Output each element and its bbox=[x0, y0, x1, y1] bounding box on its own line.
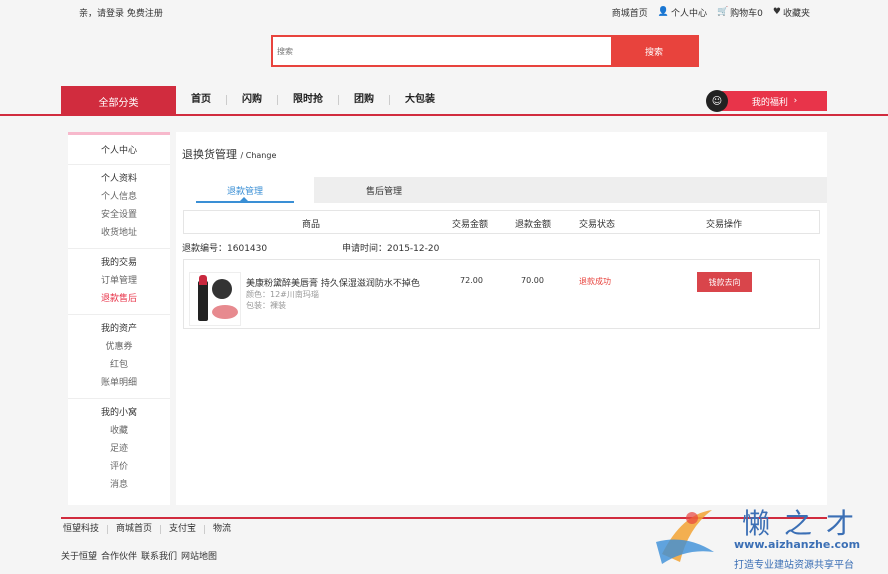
sidebar-item-orders[interactable]: 订单管理 bbox=[68, 272, 170, 290]
sidebar-group-assets: 我的资产 优惠券 红包 账单明细 bbox=[68, 315, 170, 399]
sidebar: 个人中心 个人资料 个人信息 安全设置 收货地址 我的交易 订单管理 退款售后 … bbox=[68, 132, 170, 505]
sidebar-item-collection[interactable]: 收藏 bbox=[68, 422, 170, 440]
money-whereabouts-button[interactable]: 钱款去向 bbox=[697, 272, 752, 292]
watermark-logo-icon bbox=[656, 510, 714, 564]
watermark-url: www.aizhanzhe.com bbox=[734, 538, 861, 551]
avatar: ☺ bbox=[706, 90, 728, 112]
welfare-button[interactable]: ☺ 我的福利 › bbox=[706, 90, 827, 112]
tab-bar: 退款管理 售后管理 bbox=[176, 177, 827, 203]
watermark-slogan: 打造专业建站资源共享平台 bbox=[734, 560, 854, 571]
footer-link-alipay[interactable]: 支付宝 bbox=[161, 524, 206, 534]
sidebar-item-address[interactable]: 收货地址 bbox=[68, 224, 170, 242]
product-logo bbox=[212, 279, 232, 299]
column-trade-amount: 交易金额 bbox=[452, 220, 489, 230]
sidebar-group-title: 我的资产 bbox=[100, 324, 137, 334]
search-bar: 搜索 bbox=[271, 35, 699, 67]
favorites-link[interactable]: ♥ 收藏夹 bbox=[772, 6, 810, 20]
footer-link-home[interactable]: 商城首页 bbox=[108, 524, 162, 534]
all-categories-button[interactable]: 全部分类 bbox=[61, 86, 176, 116]
personal-center-link[interactable]: 👤 个人中心 bbox=[657, 6, 707, 20]
page-title: 退换货管理 / Change bbox=[182, 148, 277, 161]
column-trade-status: 交易状态 bbox=[579, 220, 616, 230]
footer-link-partners[interactable]: 合作伙伴 bbox=[101, 549, 137, 562]
sidebar-item-reviews[interactable]: 评价 bbox=[68, 458, 170, 476]
welfare-label: 我的福利 › bbox=[722, 91, 827, 111]
sidebar-item-refund[interactable]: 退款售后 bbox=[68, 290, 170, 308]
trade-amount: 72.00 bbox=[460, 276, 483, 285]
column-trade-action: 交易操作 bbox=[706, 220, 743, 230]
apply-time: 申请时间：2015-12-20 bbox=[342, 244, 440, 254]
nav-item-group[interactable]: 团购 bbox=[339, 95, 390, 105]
cart-link[interactable]: 🛒 购物车0 bbox=[716, 6, 763, 20]
footer-link-contact[interactable]: 联系我们 bbox=[141, 549, 177, 562]
register-link[interactable]: 免费注册 bbox=[127, 9, 163, 19]
sidebar-header: 个人中心 bbox=[68, 135, 170, 165]
nav-item-bulk[interactable]: 大包装 bbox=[390, 95, 450, 105]
mall-home-link[interactable]: 商城首页 bbox=[612, 6, 648, 19]
top-bar: 亲，请登录 免费注册 商城首页 👤 个人中心 🛒 购物车0 ♥ 收藏夹 bbox=[0, 0, 888, 22]
footer-link-company[interactable]: 恒望科技 bbox=[61, 524, 109, 534]
footer-link-about[interactable]: 关于恒望 bbox=[61, 549, 97, 562]
main-nav: 全部分类 首页 闪购 限时抢 团购 大包装 ☺ 我的福利 › bbox=[0, 86, 888, 116]
sidebar-item-messages[interactable]: 消息 bbox=[68, 476, 170, 494]
sidebar-item-footprint[interactable]: 足迹 bbox=[68, 440, 170, 458]
sidebar-item-red-packets[interactable]: 红包 bbox=[68, 356, 170, 374]
nav-item-flash[interactable]: 闪购 bbox=[227, 95, 278, 105]
sidebar-item-coupons[interactable]: 优惠券 bbox=[68, 338, 170, 356]
sidebar-group-trade: 我的交易 订单管理 退款售后 bbox=[68, 249, 170, 315]
sidebar-item-security[interactable]: 安全设置 bbox=[68, 206, 170, 224]
search-button[interactable]: 搜索 bbox=[611, 37, 697, 65]
nav-item-home[interactable]: 首页 bbox=[176, 95, 227, 105]
table-row: 美康粉黛醉美唇膏 持久保湿滋润防水不掉色 颜色：12#川南玛瑙 包装：裸装 72… bbox=[183, 259, 820, 329]
column-product: 商品 bbox=[302, 220, 321, 230]
status-badge: 退款成功 bbox=[579, 277, 611, 286]
sidebar-item-bills[interactable]: 账单明细 bbox=[68, 374, 170, 392]
sidebar-group-title: 我的小窝 bbox=[100, 408, 137, 418]
cart-icon: 🛒 bbox=[716, 7, 729, 17]
main-panel: 退换货管理 / Change 退款管理 售后管理 商品 交易金额 退款金额 交易… bbox=[176, 132, 827, 505]
sidebar-group-profile: 个人资料 个人信息 安全设置 收货地址 bbox=[68, 165, 170, 249]
product-package: 包装：裸装 bbox=[246, 301, 286, 310]
sidebar-item-personal-info[interactable]: 个人信息 bbox=[68, 188, 170, 206]
table-header: 商品 交易金额 退款金额 交易状态 交易操作 bbox=[183, 210, 820, 234]
greeting: 亲，请登录 免费注册 bbox=[79, 6, 163, 19]
nav-links: 首页 闪购 限时抢 团购 大包装 bbox=[176, 86, 450, 114]
sidebar-group-title: 我的交易 bbox=[100, 258, 137, 268]
watermark: 懒之才 www.aizhanzhe.com 打造专业建站资源共享平台 bbox=[650, 500, 888, 574]
refund-number: 退款编号：1601430 bbox=[182, 244, 268, 254]
product-color: 颜色：12#川南玛瑙 bbox=[246, 290, 319, 299]
sidebar-group-title: 个人资料 bbox=[100, 174, 137, 184]
tab-after-sales[interactable]: 售后管理 bbox=[314, 177, 454, 203]
footer-link-logistics[interactable]: 物流 bbox=[205, 524, 239, 534]
sidebar-group-nest: 我的小窝 收藏 足迹 评价 消息 bbox=[68, 399, 170, 500]
watermark-brand: 懒之才 bbox=[742, 507, 869, 540]
product-name[interactable]: 美康粉黛醉美唇膏 持久保湿滋润防水不掉色 bbox=[246, 276, 420, 289]
lipstick-image bbox=[198, 275, 208, 321]
user-icon: 👤 bbox=[657, 7, 669, 17]
search-input[interactable] bbox=[273, 37, 611, 65]
heart-icon: ♥ bbox=[772, 7, 781, 17]
lips-image bbox=[212, 305, 238, 319]
footer-link-sitemap[interactable]: 网站地图 bbox=[181, 549, 217, 562]
nav-item-limited[interactable]: 限时抢 bbox=[278, 95, 339, 105]
product-thumbnail[interactable] bbox=[189, 272, 241, 326]
login-link[interactable]: 亲，请登录 bbox=[79, 9, 124, 19]
top-links: 商城首页 👤 个人中心 🛒 购物车0 ♥ 收藏夹 bbox=[612, 6, 810, 20]
footer-bottom-links: 关于恒望 合作伙伴 联系我们 网站地图 bbox=[61, 549, 217, 562]
refund-amount: 70.00 bbox=[521, 276, 544, 285]
column-refund-amount: 退款金额 bbox=[515, 220, 552, 230]
tab-refund-management[interactable]: 退款管理 bbox=[176, 177, 314, 203]
